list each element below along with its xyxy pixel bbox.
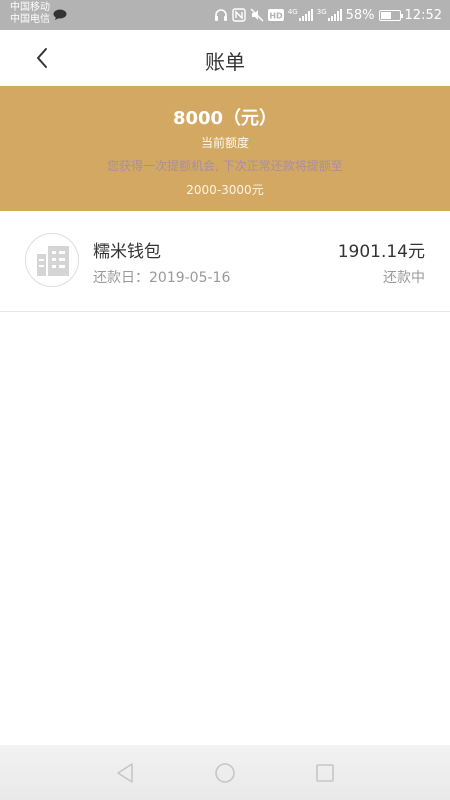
- bill-status: 还款中: [383, 270, 425, 286]
- nav-home-icon[interactable]: [213, 761, 237, 785]
- battery-icon: [378, 9, 403, 21]
- battery-percent: 58%: [345, 7, 375, 23]
- signal-bars-icon: [327, 9, 342, 21]
- nfc-icon: [232, 8, 246, 22]
- credit-banner: 8000（元） 当前额度 您获得一次提额机会, 下次正常还款将提额至 2000-…: [0, 86, 450, 211]
- chat-bubble-icon: [53, 9, 67, 20]
- clock: 12:52: [404, 7, 442, 23]
- building-icon: [37, 246, 69, 276]
- bill-lender-name: 糯米钱包: [93, 242, 161, 262]
- nav-back-icon[interactable]: [113, 761, 137, 785]
- status-indicators: HD 4G 3G 58% 12:52: [214, 0, 442, 30]
- page-title: 账单: [205, 50, 245, 74]
- status-bar: 中国移动 中国电信 HD 4G 3G 58% 12:52: [0, 0, 450, 30]
- svg-text:HD: HD: [269, 12, 283, 21]
- network-type-2: 3G: [316, 8, 327, 16]
- nav-recents-icon[interactable]: [313, 761, 337, 785]
- system-nav-bar: [0, 745, 450, 800]
- mute-icon: [250, 8, 264, 22]
- nav-bar: 账单: [0, 30, 450, 87]
- hd-icon: HD: [267, 9, 284, 21]
- credit-increase-range: 2000-3000元: [186, 183, 264, 197]
- lender-logo: [25, 233, 79, 287]
- credit-increase-tip: 您获得一次提额机会, 下次正常还款将提额至: [107, 159, 343, 173]
- signal-3g: 3G: [317, 9, 342, 21]
- bill-amount: 1901.14元: [337, 242, 425, 262]
- carrier-1: 中国移动: [10, 2, 50, 13]
- bill-due-date: 还款日：2019-05-16: [93, 270, 231, 286]
- carrier-info: 中国移动 中国电信: [10, 2, 50, 26]
- carrier-2: 中国电信: [10, 14, 50, 25]
- signal-4g: 4G: [288, 9, 313, 21]
- bill-list-item[interactable]: 糯米钱包 还款日：2019-05-16 1901.14元 还款中: [0, 211, 450, 312]
- network-type-1: 4G: [287, 8, 298, 16]
- signal-bars-icon: [298, 9, 313, 21]
- credit-amount: 8000（元）: [172, 108, 278, 129]
- headset-icon: [214, 9, 227, 21]
- credit-amount-label: 当前额度: [200, 136, 249, 150]
